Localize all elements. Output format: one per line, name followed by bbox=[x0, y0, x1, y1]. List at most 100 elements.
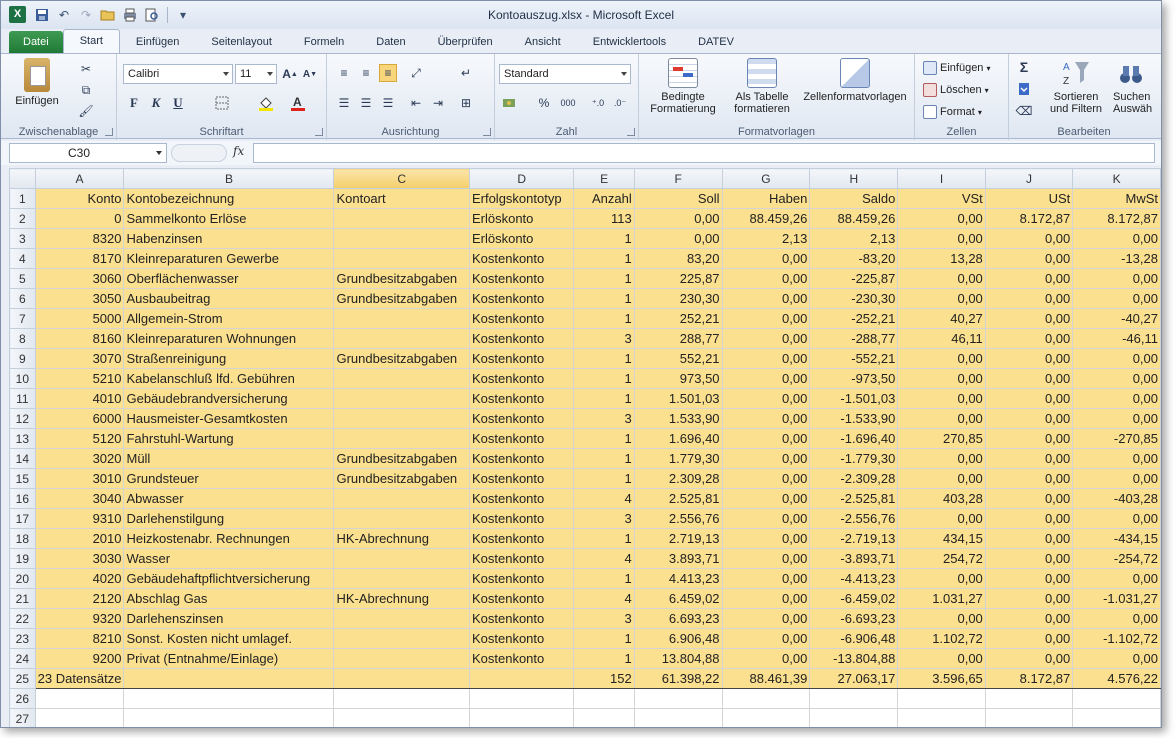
paste-button[interactable]: Einfügen bbox=[11, 58, 63, 107]
table-cell[interactable]: 88.459,26 bbox=[809, 208, 899, 229]
table-cell[interactable]: 0,00 bbox=[721, 648, 811, 669]
table-cell[interactable]: 13.804,88 bbox=[633, 648, 723, 669]
table-cell[interactable]: 1 bbox=[573, 448, 635, 469]
table-cell[interactable]: Kostenkonto bbox=[468, 428, 575, 449]
table-cell[interactable]: 0,00 bbox=[984, 328, 1074, 349]
total-cell[interactable] bbox=[123, 668, 335, 689]
empty-cell[interactable] bbox=[897, 708, 986, 727]
align-middle-icon[interactable]: ≡ bbox=[357, 64, 375, 82]
table-cell[interactable]: Allgemein-Strom bbox=[123, 308, 335, 329]
alignment-launcher-icon[interactable] bbox=[483, 128, 491, 136]
table-cell[interactable]: 0,00 bbox=[721, 508, 811, 529]
total-cell[interactable]: 4.576,22 bbox=[1072, 668, 1161, 689]
table-cell[interactable]: 0,00 bbox=[1072, 288, 1161, 309]
table-cell[interactable]: Kostenkonto bbox=[468, 368, 575, 389]
table-cell[interactable]: 0,00 bbox=[1072, 448, 1161, 469]
table-cell[interactable]: 8160 bbox=[34, 328, 125, 349]
table-cell[interactable]: Müll bbox=[123, 448, 335, 469]
table-cell[interactable]: 0,00 bbox=[721, 548, 811, 569]
table-cell[interactable]: Kostenkonto bbox=[468, 328, 575, 349]
tab-view[interactable]: Ansicht bbox=[509, 31, 577, 53]
table-cell[interactable]: -2.525,81 bbox=[809, 488, 899, 509]
table-cell[interactable] bbox=[333, 228, 470, 249]
table-cell[interactable]: Straßenreinigung bbox=[123, 348, 335, 369]
table-cell[interactable]: Kostenkonto bbox=[468, 268, 575, 289]
table-cell[interactable]: 0,00 bbox=[721, 628, 811, 649]
empty-cell[interactable] bbox=[721, 688, 811, 709]
table-cell[interactable]: 0,00 bbox=[897, 288, 986, 309]
currency-icon[interactable] bbox=[501, 94, 519, 112]
header-cell[interactable]: Saldo bbox=[809, 188, 899, 209]
table-cell[interactable]: 0,00 bbox=[897, 468, 986, 489]
table-cell[interactable]: 88.459,26 bbox=[721, 208, 811, 229]
table-cell[interactable]: -46,11 bbox=[1072, 328, 1161, 349]
row-header[interactable]: 27 bbox=[9, 708, 36, 727]
thousands-button[interactable]: 000 bbox=[557, 94, 579, 112]
tab-review[interactable]: Überprüfen bbox=[422, 31, 509, 53]
row-header[interactable]: 6 bbox=[9, 288, 36, 309]
table-cell[interactable]: 2,13 bbox=[809, 228, 899, 249]
table-cell[interactable]: 0,00 bbox=[1072, 348, 1161, 369]
table-cell[interactable]: Kleinreparaturen Gewerbe bbox=[123, 248, 335, 269]
table-cell[interactable]: 0,00 bbox=[1072, 648, 1161, 669]
table-cell[interactable]: Grundbesitzabgaben bbox=[333, 348, 470, 369]
header-cell[interactable]: Kontoart bbox=[333, 188, 470, 209]
row-header[interactable]: 11 bbox=[9, 388, 36, 409]
table-cell[interactable]: -2.556,76 bbox=[809, 508, 899, 529]
table-cell[interactable] bbox=[333, 248, 470, 269]
table-cell[interactable]: 0,00 bbox=[721, 408, 811, 429]
table-cell[interactable]: 1.031,27 bbox=[897, 588, 986, 609]
table-cell[interactable] bbox=[333, 648, 470, 669]
row-header[interactable]: 26 bbox=[9, 688, 36, 709]
table-cell[interactable]: 2120 bbox=[34, 588, 125, 609]
table-cell[interactable]: 0,00 bbox=[984, 588, 1074, 609]
table-cell[interactable]: 4 bbox=[573, 548, 635, 569]
column-header-j[interactable]: J bbox=[984, 168, 1074, 189]
table-cell[interactable]: 0,00 bbox=[721, 348, 811, 369]
header-cell[interactable]: Soll bbox=[633, 188, 723, 209]
table-cell[interactable]: -230,30 bbox=[809, 288, 899, 309]
table-cell[interactable] bbox=[333, 208, 470, 229]
row-header[interactable]: 23 bbox=[9, 628, 36, 649]
table-cell[interactable]: 0,00 bbox=[721, 568, 811, 589]
column-header-b[interactable]: B bbox=[123, 168, 335, 189]
align-right-icon[interactable]: ☰ bbox=[379, 94, 397, 112]
column-header-e[interactable]: E bbox=[573, 168, 635, 189]
borders-icon[interactable] bbox=[213, 94, 231, 112]
table-cell[interactable]: 1 bbox=[573, 368, 635, 389]
total-cell[interactable]: 3.596,65 bbox=[897, 668, 986, 689]
empty-cell[interactable] bbox=[721, 708, 811, 727]
table-cell[interactable]: 973,50 bbox=[633, 368, 723, 389]
table-cell[interactable]: Kostenkonto bbox=[468, 628, 575, 649]
table-cell[interactable]: Kostenkonto bbox=[468, 508, 575, 529]
table-cell[interactable]: -1.102,72 bbox=[1072, 628, 1161, 649]
empty-cell[interactable] bbox=[34, 688, 125, 709]
increase-decimal-icon[interactable]: ⁺.0 bbox=[589, 94, 607, 112]
table-cell[interactable]: 46,11 bbox=[897, 328, 986, 349]
table-cell[interactable]: 0,00 bbox=[984, 288, 1074, 309]
empty-cell[interactable] bbox=[897, 688, 986, 709]
table-cell[interactable]: -225,87 bbox=[809, 268, 899, 289]
row-header[interactable]: 9 bbox=[9, 348, 36, 369]
table-cell[interactable]: Kostenkonto bbox=[468, 568, 575, 589]
table-cell[interactable]: Gebäudebrandversicherung bbox=[123, 388, 335, 409]
table-cell[interactable]: -552,21 bbox=[809, 348, 899, 369]
table-cell[interactable]: 0,00 bbox=[984, 348, 1074, 369]
table-cell[interactable] bbox=[333, 368, 470, 389]
table-cell[interactable]: 3 bbox=[573, 328, 635, 349]
conditional-formatting-button[interactable]: Bedingte Formatierung bbox=[641, 58, 725, 115]
table-cell[interactable]: 4020 bbox=[34, 568, 125, 589]
table-cell[interactable]: HK-Abrechnung bbox=[333, 528, 470, 549]
table-cell[interactable]: 0,00 bbox=[897, 608, 986, 629]
table-cell[interactable]: HK-Abrechnung bbox=[333, 588, 470, 609]
total-cell[interactable]: 8.172,87 bbox=[984, 668, 1074, 689]
table-cell[interactable] bbox=[333, 608, 470, 629]
table-cell[interactable]: 0,00 bbox=[1072, 268, 1161, 289]
table-cell[interactable]: 4.413,23 bbox=[633, 568, 723, 589]
tab-start[interactable]: Start bbox=[62, 29, 120, 53]
table-cell[interactable]: 1 bbox=[573, 268, 635, 289]
table-cell[interactable]: 0,00 bbox=[721, 448, 811, 469]
table-cell[interactable]: 0,00 bbox=[984, 628, 1074, 649]
table-cell[interactable]: 3 bbox=[573, 608, 635, 629]
empty-cell[interactable] bbox=[468, 708, 575, 727]
